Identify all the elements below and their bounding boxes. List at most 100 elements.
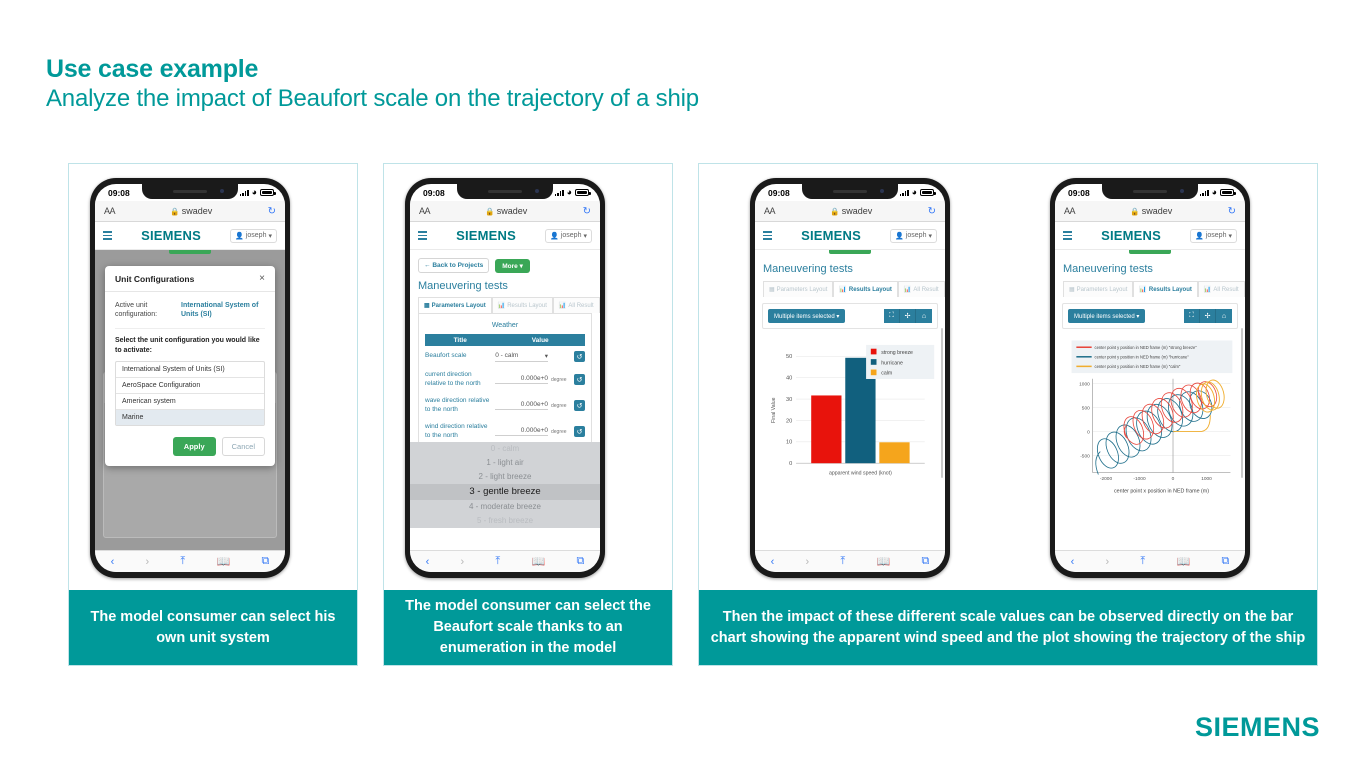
more-button[interactable]: More ▾ — [495, 258, 530, 273]
book-icon[interactable]: 📖 — [877, 555, 891, 568]
url-text[interactable]: swadev — [1142, 206, 1173, 216]
browser-url-bar[interactable]: AA 🔒 swadev ↻ — [755, 201, 945, 222]
beaufort-scale-select[interactable]: 0 - calm ▾ — [495, 352, 548, 362]
back-chevron-icon[interactable]: ‹ — [111, 556, 115, 568]
picker-option[interactable]: 5 - fresh breeze — [410, 514, 600, 528]
book-icon[interactable]: 📖 — [532, 555, 546, 568]
bar-chart-svg: 50 40 30 20 10 0 Final Value strong bree… — [771, 344, 935, 477]
tabs-icon[interactable]: ⧉ — [576, 555, 584, 568]
user-menu[interactable]: 👤 joseph ▾ — [230, 228, 277, 243]
reload-icon[interactable]: ↻ — [1228, 206, 1236, 217]
browser-url-bar[interactable]: AA 🔒 swadev ↻ — [1055, 201, 1245, 222]
fullscreen-icon[interactable]: ✢ — [1200, 309, 1216, 323]
unit-config-option-list[interactable]: International System of Units (SI) AeroS… — [115, 361, 265, 426]
expand-icon[interactable]: ⛶ — [1184, 309, 1200, 323]
tabs-icon[interactable]: ⧉ — [1221, 555, 1229, 568]
reset-icon[interactable]: ↺ — [574, 351, 585, 362]
siemens-logo: SIEMENS — [456, 228, 517, 243]
back-chevron-icon[interactable]: ‹ — [1071, 556, 1075, 568]
close-icon[interactable]: × — [259, 274, 265, 284]
tab-results-layout[interactable]: 📊 Results Layout — [833, 281, 898, 297]
reset-icon[interactable]: ↺ — [574, 426, 585, 437]
items-select-dropdown[interactable]: Multiple items selected ▾ — [1068, 309, 1146, 323]
wave-direction-input[interactable]: 0.000e+0 — [495, 401, 548, 410]
home-icon[interactable]: ⌂ — [1216, 309, 1232, 323]
tab-label: Parameters Layout — [431, 302, 486, 309]
back-chevron-icon[interactable]: ‹ — [771, 556, 775, 568]
section-label: Weather — [491, 322, 519, 329]
text-size-button[interactable]: AA — [104, 206, 116, 216]
caret-down-icon: ▾ — [928, 232, 932, 240]
browser-url-bar[interactable]: AA 🔒 swadev ↻ — [95, 201, 285, 222]
caret-down-icon: ▾ — [268, 232, 272, 240]
tab-results-layout[interactable]: 📊 Results Layout — [491, 297, 553, 313]
wifi-icon: ◕ — [1211, 187, 1217, 197]
share-icon[interactable]: ⤒ — [1140, 555, 1145, 568]
phone-mockup-1: 09:08 ◕ AA 🔒 swadev ↻ SIEMENS � — [90, 178, 290, 578]
panel-results: 09:08 ◕ AA 🔒 swadev ↻ SIEMENS � — [698, 163, 1318, 666]
fullscreen-icon[interactable]: ✢ — [900, 309, 916, 323]
text-size-button[interactable]: AA — [419, 206, 431, 216]
scrollbar[interactable] — [940, 328, 943, 478]
user-menu[interactable]: 👤 joseph ▾ — [1190, 228, 1237, 243]
book-icon[interactable]: 📖 — [217, 555, 231, 568]
tab-parameters-layout[interactable]: ▦ Parameters Layout — [1063, 281, 1134, 297]
page-heading: Maneuvering tests — [763, 263, 853, 275]
back-to-projects-button[interactable]: ← Back to Projects — [418, 258, 490, 273]
tabs-icon[interactable]: ⧉ — [921, 555, 929, 568]
browser-url-bar[interactable]: AA 🔒 swadev ↻ — [410, 201, 600, 222]
text-size-button[interactable]: AA — [1064, 206, 1076, 216]
svg-text:-2000: -2000 — [1100, 476, 1113, 482]
share-icon[interactable]: ⤒ — [495, 555, 500, 568]
hamburger-icon[interactable] — [1063, 231, 1072, 240]
current-direction-input[interactable]: 0.000e+0 — [495, 375, 548, 384]
apply-button[interactable]: Apply — [172, 437, 216, 456]
reload-icon[interactable]: ↻ — [268, 206, 276, 217]
results-toolbar: Multiple items selected ▾ ⛶ ✢ ⌂ — [762, 303, 938, 329]
tab-parameters-layout[interactable]: ▦ Parameters Layout — [763, 281, 834, 297]
hamburger-icon[interactable] — [103, 231, 112, 240]
picker-option[interactable]: 1 - light air — [410, 456, 600, 470]
tab-results-layout[interactable]: 📊 Results Layout — [1133, 281, 1198, 297]
picker-option[interactable]: 2 - light breeze — [410, 470, 600, 484]
tab-parameters-layout[interactable]: ▦ Parameters Layout — [418, 297, 492, 313]
text-size-button[interactable]: AA — [764, 206, 776, 216]
reset-icon[interactable]: ↺ — [574, 400, 585, 411]
share-icon[interactable]: ⤒ — [840, 555, 845, 568]
url-text[interactable]: swadev — [497, 206, 528, 216]
tab-all-result[interactable]: 📊 All Result — [552, 297, 600, 313]
reload-icon[interactable]: ↻ — [928, 206, 936, 217]
hamburger-icon[interactable] — [763, 231, 772, 240]
reload-icon[interactable]: ↻ — [583, 206, 591, 217]
active-unit-config-value[interactable]: International System of Units (SI) — [181, 301, 265, 319]
list-item-selected[interactable]: Marine — [116, 410, 264, 425]
user-menu[interactable]: 👤 joseph ▾ — [545, 228, 592, 243]
home-icon[interactable]: ⌂ — [916, 309, 932, 323]
reset-icon[interactable]: ↺ — [574, 374, 585, 385]
scrollbar[interactable] — [1240, 328, 1243, 478]
picker-option-selected[interactable]: 3 - gentle breeze — [410, 484, 600, 500]
tab-all-result[interactable]: 📊 All Result — [1197, 281, 1245, 297]
phone-mockup-3: 09:08 ◕ AA 🔒 swadev ↻ SIEMENS � — [750, 178, 950, 578]
tabs-icon[interactable]: ⧉ — [261, 555, 269, 568]
user-menu[interactable]: 👤 joseph ▾ — [890, 228, 937, 243]
url-text[interactable]: swadev — [182, 206, 213, 216]
book-icon[interactable]: 📖 — [1177, 555, 1191, 568]
hamburger-icon[interactable] — [418, 231, 427, 240]
picker-option[interactable]: 0 - calm — [410, 442, 600, 456]
expand-icon[interactable]: ⛶ — [884, 309, 900, 323]
beaufort-scale-picker[interactable]: 0 - calm 1 - light air 2 - light breeze … — [410, 442, 600, 528]
cancel-button[interactable]: Cancel — [221, 437, 265, 456]
user-name: joseph — [560, 232, 582, 239]
items-select-dropdown[interactable]: Multiple items selected ▾ — [768, 309, 846, 323]
list-item[interactable]: American system — [116, 394, 264, 410]
url-text[interactable]: swadev — [842, 206, 873, 216]
list-item[interactable]: AeroSpace Configuration — [116, 378, 264, 394]
forward-chevron-icon: › — [1105, 555, 1110, 568]
back-chevron-icon[interactable]: ‹ — [426, 556, 430, 568]
wind-direction-input[interactable]: 0.000e+0 — [495, 427, 548, 436]
list-item[interactable]: International System of Units (SI) — [116, 362, 264, 378]
share-icon[interactable]: ⤒ — [180, 555, 185, 568]
tab-all-result[interactable]: 📊 All Result — [897, 281, 945, 297]
picker-option[interactable]: 4 - moderate breeze — [410, 500, 600, 514]
